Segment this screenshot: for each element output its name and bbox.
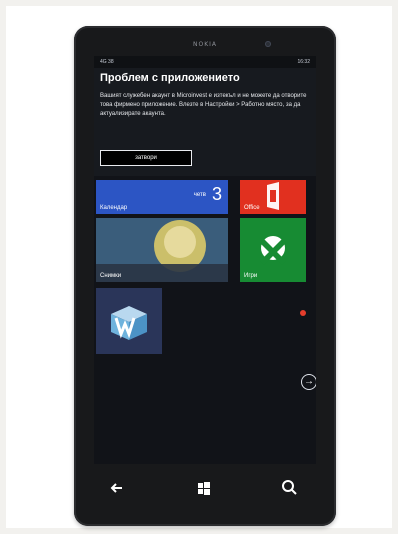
front-camera — [265, 41, 271, 47]
search-icon[interactable] — [280, 478, 300, 498]
arrow-right-icon[interactable]: → — [301, 374, 316, 390]
notification-dot — [300, 310, 306, 316]
tile-photos[interactable]: Снимки — [96, 218, 228, 282]
navigation-bar — [94, 466, 316, 506]
dialog-title: Проблем с приложението — [100, 72, 240, 84]
w-box-icon — [111, 306, 147, 340]
back-arrow-icon[interactable] — [108, 478, 128, 498]
phone-screen: 4G 38 16:32 Проблем с приложението Вашия… — [94, 56, 316, 464]
status-left: 4G 38 — [100, 59, 114, 65]
calendar-day: 3 — [211, 184, 222, 204]
calendar-weekday: четв — [193, 192, 206, 198]
tile-calendar-label: Календар — [100, 205, 128, 211]
windows-icon[interactable] — [194, 478, 214, 498]
brand-logo: NOKIA — [192, 41, 218, 48]
tile-office[interactable]: Office — [240, 180, 306, 214]
close-button[interactable]: затвори — [100, 150, 192, 166]
photo-frame: NOKIA 4G 38 16:32 Проблем с приложението… — [6, 6, 392, 528]
phone: NOKIA 4G 38 16:32 Проблем с приложението… — [74, 26, 336, 526]
status-bar: 4G 38 16:32 — [94, 56, 316, 68]
dialog-message: Вашият служебен акаунт в Microinvest е и… — [100, 93, 307, 117]
start-screen: четв 3 Календар Office Снимки Игри → — [94, 176, 316, 464]
status-time: 16:32 — [297, 59, 310, 65]
tile-office-label: Office — [244, 205, 260, 211]
tile-calendar[interactable]: четв 3 Календар — [96, 180, 228, 214]
tile-games-label: Игри — [244, 273, 258, 279]
tile-photos-label: Снимки — [100, 273, 122, 279]
tile-games[interactable]: Игри — [240, 218, 306, 282]
error-dialog: Проблем с приложението Вашият служебен а… — [94, 68, 316, 176]
tile-app-w[interactable] — [96, 288, 162, 354]
